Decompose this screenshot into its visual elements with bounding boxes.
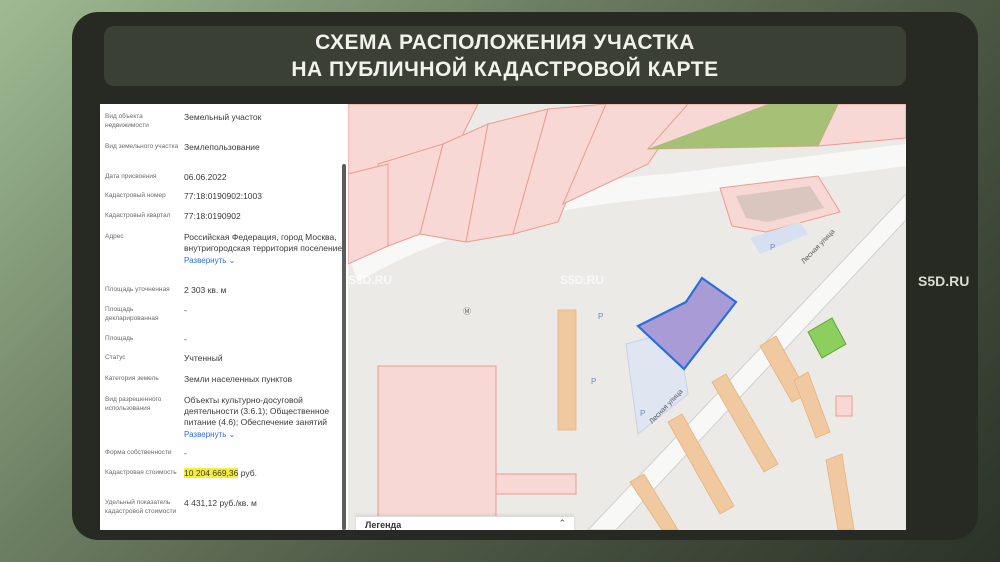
- expand-link-text: Развернуть: [184, 256, 227, 265]
- row-value: Российская Федерация, город Москва, внут…: [184, 232, 343, 253]
- metro-icon: Ⓜ: [463, 307, 471, 316]
- map-watermark: S5D.RU: [348, 273, 392, 287]
- parking-label: P: [770, 243, 775, 252]
- legend-title: Легенда: [365, 520, 402, 530]
- slide-title: СХЕМА РАСПОЛОЖЕНИЯ УЧАСТКА НА ПУБЛИЧНОЙ …: [104, 26, 906, 86]
- row-value: Учтенный: [184, 353, 223, 363]
- row-value: Земли населенных пунктов: [184, 374, 293, 384]
- row-value: 06.06.2022: [184, 172, 227, 182]
- row-value-wrap: Объекты культурно-досуговой деятельности…: [184, 395, 344, 440]
- row-value: -: [184, 305, 187, 315]
- chevron-up-icon[interactable]: ⌃: [558, 518, 566, 529]
- row-label: Кадастровая стоимость: [105, 469, 177, 476]
- parking-label: P: [640, 409, 645, 418]
- row-label: Площадь декларированная: [105, 306, 159, 322]
- row-value: 4 431,12 руб./кв. м: [184, 498, 257, 508]
- title-line-2: НА ПУБЛИЧНОЙ КАДАСТРОВОЙ КАРТЕ: [291, 58, 719, 81]
- cadastral-value: 10 204 669,36 руб.: [184, 468, 344, 479]
- title-line-1: СХЕМА РАСПОЛОЖЕНИЯ УЧАСТКА: [315, 31, 695, 54]
- row-label: Кадастровый номер: [105, 192, 166, 199]
- parcel-small: [835, 395, 853, 417]
- row-value: Землепользование: [184, 142, 260, 152]
- chevron-down-icon: ⌄: [228, 430, 236, 439]
- map-watermark: S5D.RU: [560, 273, 604, 287]
- row-value: Земельный участок: [184, 112, 262, 122]
- info-panel: Вид объекта недвижимости Земельный участ…: [100, 104, 349, 530]
- row-value: -: [184, 448, 187, 458]
- row-label: Категория земель: [105, 375, 159, 382]
- row-label: Статус: [105, 354, 126, 361]
- row-value: 2 303 кв. м: [184, 285, 227, 295]
- row-label: Адрес: [105, 233, 124, 240]
- parcel-strip: [495, 473, 577, 495]
- site-watermark: S5D.RU: [918, 273, 970, 289]
- expand-address-link[interactable]: Развернуть ⌄: [184, 255, 344, 266]
- chevron-down-icon: ⌄: [228, 256, 236, 265]
- row-value: 77:18:0190902:1003: [184, 191, 262, 201]
- panel-scrollbar[interactable]: [342, 164, 346, 530]
- parking-label: P: [591, 377, 596, 386]
- expand-usage-link[interactable]: Развернуть ⌄: [184, 429, 344, 440]
- row-value: Объекты культурно-досуговой деятельности…: [184, 395, 330, 427]
- cadastral-map[interactable]: P P P P Ⓜ Лесная улица Лесная улица S5D.…: [348, 104, 906, 530]
- highlighted-value: 10 204 669,36: [184, 468, 239, 478]
- row-label: Вид объекта недвижимости: [105, 113, 149, 129]
- map-legend[interactable]: Легенда ⌃: [356, 516, 574, 530]
- row-value-wrap: Российская Федерация, город Москва, внут…: [184, 232, 344, 266]
- map-screenshot: Вид объекта недвижимости Земельный участ…: [100, 104, 906, 530]
- row-label: Площадь уточненная: [105, 286, 170, 293]
- row-label: Вид разрешенного использования: [105, 396, 162, 412]
- row-value: -: [184, 334, 187, 344]
- row-label: Дата присвоения: [105, 173, 157, 180]
- row-value: 77:18:0190902: [184, 211, 241, 221]
- row-label: Площадь: [105, 335, 134, 342]
- row-label: Удельный показатель кадастровой стоимост…: [105, 499, 177, 515]
- row-label: Кадастровый квартал: [105, 212, 171, 219]
- expand-link-text: Развернуть: [184, 430, 227, 439]
- value-unit: руб.: [238, 468, 257, 478]
- parcel-bottom-left: [377, 365, 497, 530]
- parking-label: P: [598, 312, 603, 321]
- row-label: Форма собственности: [105, 449, 172, 456]
- row-label: Вид земельного участка: [105, 143, 179, 150]
